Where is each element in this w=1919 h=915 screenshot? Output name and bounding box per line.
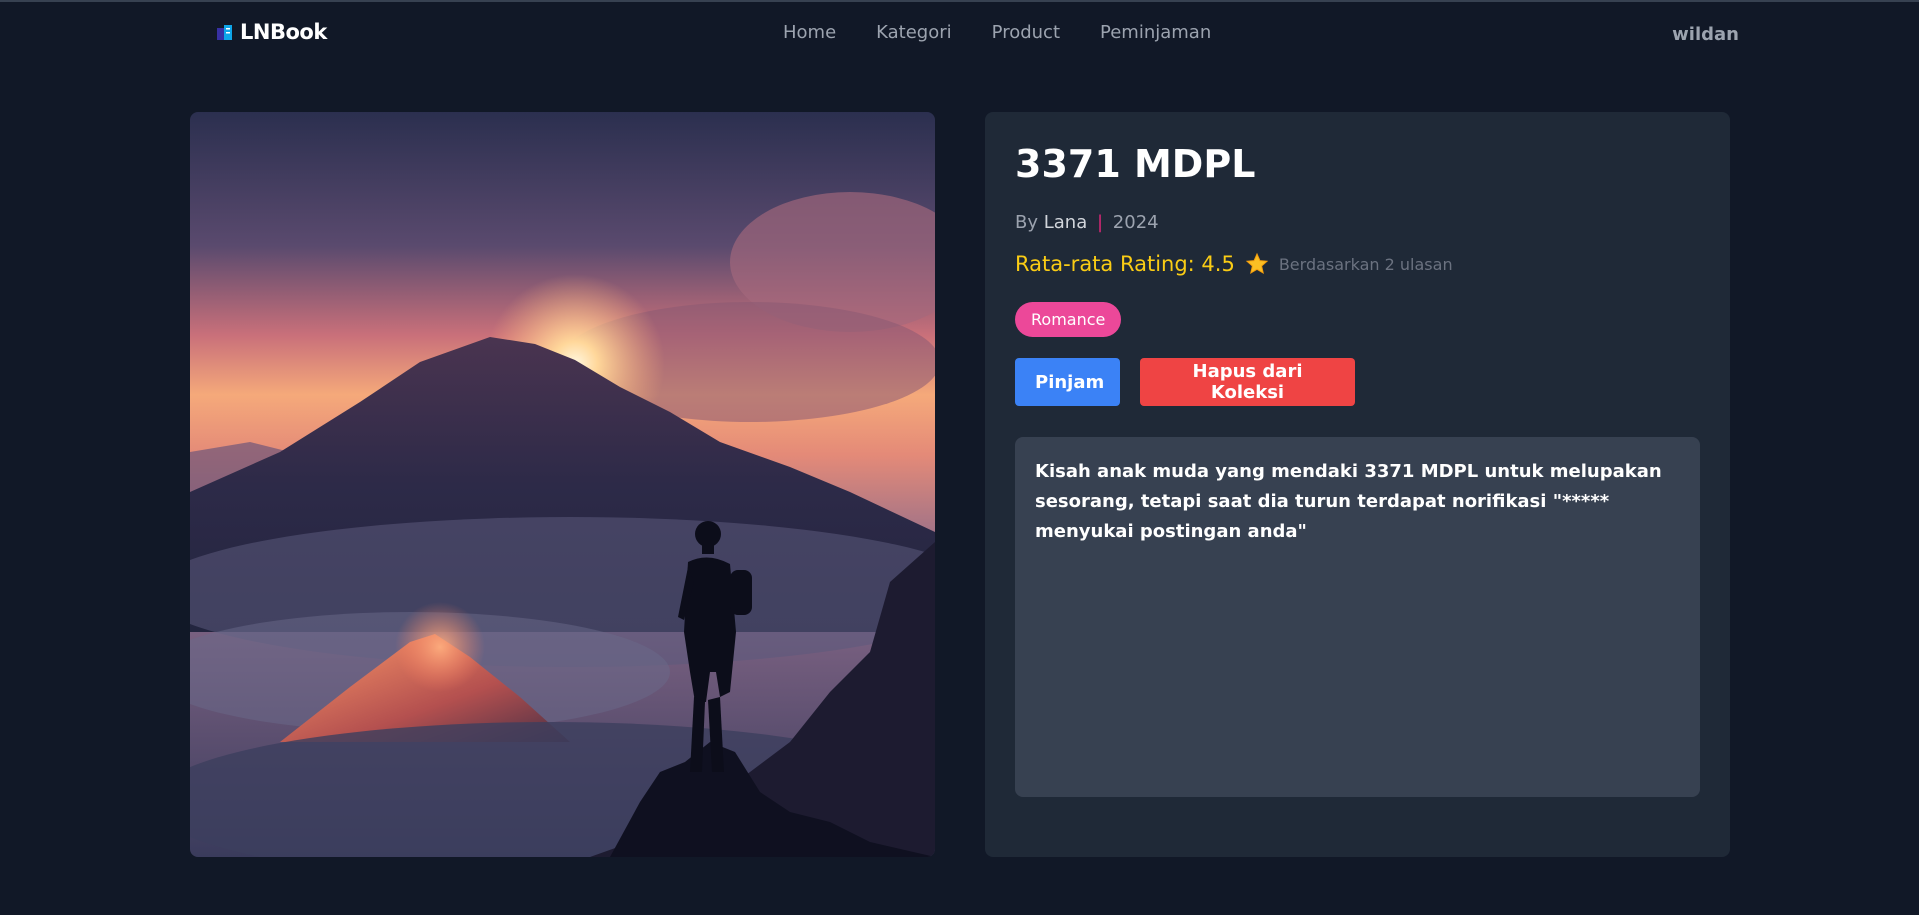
- category-badge[interactable]: Romance: [1015, 302, 1122, 337]
- book-cover-image: [190, 112, 935, 857]
- book-description: Kisah anak muda yang mendaki 3371 MDPL u…: [1035, 461, 1662, 542]
- star-icon: [1245, 252, 1269, 275]
- book-title: 3371 MDPL: [1015, 142, 1256, 186]
- book-detail-card: 3371 MDPL By Lana | 2024 Rata-rata Ratin…: [985, 112, 1730, 857]
- brand-name: LNBook: [240, 20, 327, 44]
- meta-separator: |: [1096, 212, 1104, 233]
- nav-link-peminjaman[interactable]: Peminjaman: [1100, 22, 1211, 43]
- user-menu[interactable]: wildan: [1672, 24, 1739, 45]
- brand[interactable]: LNBook: [216, 20, 327, 44]
- borrow-button[interactable]: Pinjam: [1015, 358, 1120, 406]
- nav-link-product[interactable]: Product: [992, 22, 1060, 43]
- nav-link-home[interactable]: Home: [783, 22, 836, 43]
- book-icon: [217, 25, 232, 40]
- navbar: LNBook Home Kategori Product Peminjaman …: [0, 2, 1919, 66]
- by-label: By: [1015, 212, 1039, 233]
- average-rating: Rata-rata Rating: 4.5: [1015, 252, 1235, 276]
- review-count: Berdasarkan 2 ulasan: [1278, 254, 1453, 274]
- book-year: 2024: [1112, 212, 1159, 233]
- description-box: Kisah anak muda yang mendaki 3371 MDPL u…: [1015, 437, 1700, 797]
- nav-links: Home Kategori Product Peminjaman: [783, 22, 1211, 43]
- book-meta: By Lana | 2024: [1015, 212, 1159, 233]
- rating-row: Rata-rata Rating: 4.5 Berdasarkan 2 ulas…: [1015, 252, 1453, 276]
- book-author: Lana: [1043, 212, 1088, 233]
- nav-link-kategori[interactable]: Kategori: [876, 22, 952, 43]
- remove-from-collection-button[interactable]: Hapus dari Koleksi: [1140, 358, 1355, 406]
